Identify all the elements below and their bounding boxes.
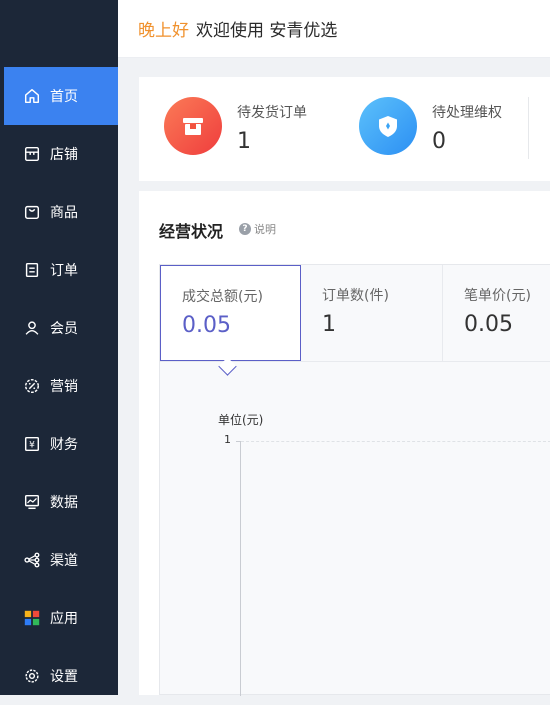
sidebar-item-label: 数据 (50, 495, 78, 511)
section-title: 经营状况 (159, 222, 224, 241)
sidebar: 首页 店铺 商品 订单 会员 营销 ¥ 财务 数据 渠道 应用 设置 (0, 0, 118, 695)
metric-label: 订单数(件) (322, 288, 389, 304)
marketing-icon (22, 376, 42, 396)
box-icon (164, 97, 222, 155)
sidebar-item-label: 店铺 (50, 147, 78, 163)
metric-label: 成交总额(元) (182, 289, 263, 305)
finance-icon: ¥ (22, 434, 42, 454)
sidebar-item-data[interactable]: 数据 (4, 473, 118, 531)
sidebar-item-label: 财务 (50, 437, 78, 453)
metrics-chart-area: 成交总额(元) 0.05 订单数(件) 1 笔单价(元) 0.05 单位(元) … (159, 264, 550, 696)
pending-label: 待发货订单 (237, 105, 307, 121)
sidebar-item-marketing[interactable]: 营销 (4, 357, 118, 415)
metric-tab-gmv[interactable]: 成交总额(元) 0.05 (160, 265, 301, 361)
channel-icon (22, 550, 42, 570)
sidebar-item-label: 订单 (50, 263, 78, 279)
sidebar-item-finance[interactable]: ¥ 财务 (4, 415, 118, 473)
pending-tasks-card: 待发货订单 1 待处理维权 0 (139, 77, 550, 181)
sidebar-item-products[interactable]: 商品 (4, 183, 118, 241)
pending-value: 1 (237, 129, 251, 154)
shield-icon (359, 97, 417, 155)
order-icon (22, 260, 42, 280)
top-header: 晚上好 欢迎使用 安青优选 (118, 0, 550, 58)
metric-tab-avg-price[interactable]: 笔单价(元) 0.05 (442, 265, 550, 361)
metric-value: 1 (322, 312, 336, 337)
sidebar-item-label: 营销 (50, 379, 78, 395)
sidebar-item-apps[interactable]: 应用 (4, 589, 118, 647)
sidebar-item-store[interactable]: 店铺 (4, 125, 118, 183)
store-icon (22, 144, 42, 164)
sidebar-item-home[interactable]: 首页 (4, 67, 118, 125)
metric-value: 0.05 (182, 313, 231, 338)
sidebar-item-orders[interactable]: 订单 (4, 241, 118, 299)
greeting-text: 晚上好 (138, 21, 189, 41)
sidebar-item-channels[interactable]: 渠道 (4, 531, 118, 589)
pending-value: 0 (432, 129, 446, 154)
help-link[interactable]: ? 说明 (239, 221, 276, 237)
y-axis (240, 441, 241, 696)
sidebar-item-label: 渠道 (50, 553, 78, 569)
metric-label: 笔单价(元) (464, 288, 531, 304)
user-icon (22, 318, 42, 338)
welcome-text: 欢迎使用 安青优选 (196, 21, 338, 41)
help-label: 说明 (254, 223, 276, 236)
apps-icon (22, 608, 42, 628)
data-icon (22, 492, 42, 512)
grid-line (241, 441, 550, 442)
divider (528, 97, 529, 159)
sidebar-item-members[interactable]: 会员 (4, 299, 118, 357)
business-status-panel: 经营状况 ? 说明 成交总额(元) 0.05 订单数(件) 1 笔单价(元) 0… (139, 191, 550, 696)
question-icon: ? (239, 223, 251, 235)
pending-label: 待处理维权 (432, 105, 502, 121)
gear-icon (22, 666, 42, 686)
metric-tab-orders[interactable]: 订单数(件) 1 (301, 265, 442, 361)
metric-value: 0.05 (464, 312, 513, 337)
sidebar-item-settings[interactable]: 设置 (4, 647, 118, 705)
sidebar-item-label: 首页 (50, 89, 78, 105)
sidebar-item-label: 设置 (50, 669, 78, 685)
home-icon (22, 86, 42, 106)
y-tick-label: 1 (224, 433, 231, 446)
svg-text:¥: ¥ (29, 441, 35, 451)
sidebar-item-label: 商品 (50, 205, 78, 221)
sidebar-item-label: 应用 (50, 611, 78, 627)
metric-tabs: 成交总额(元) 0.05 订单数(件) 1 笔单价(元) 0.05 (160, 265, 550, 362)
chart-unit-label: 单位(元) (218, 413, 264, 427)
sidebar-item-label: 会员 (50, 321, 78, 337)
bag-icon (22, 202, 42, 222)
